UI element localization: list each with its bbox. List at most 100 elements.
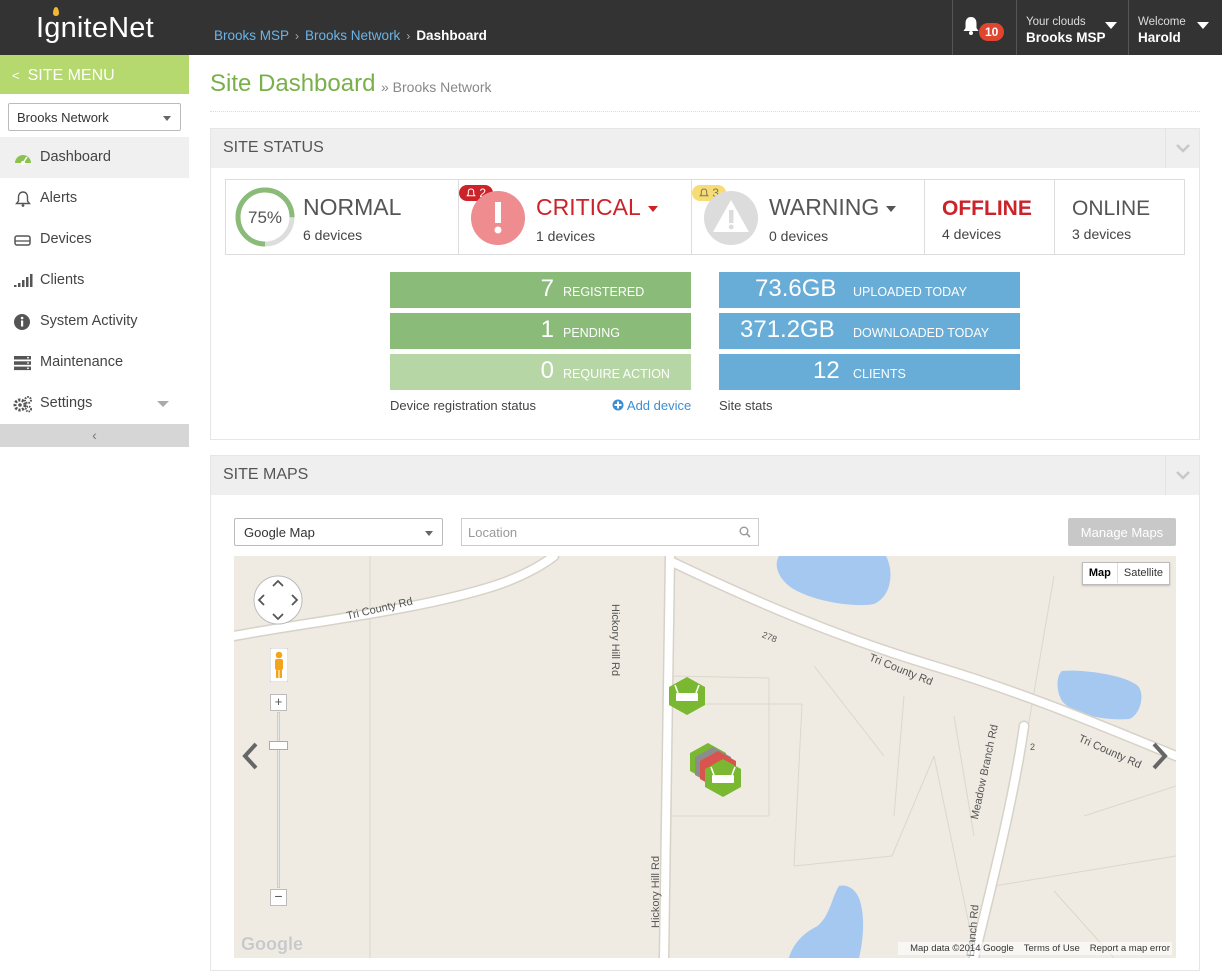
require-action-bar[interactable]: 0 REQUIRE ACTION: [390, 354, 691, 390]
chevron-down-icon: [647, 205, 658, 212]
health-percent: 75%: [248, 208, 283, 227]
clouds-label: Your clouds: [1026, 16, 1086, 28]
sidebar-item-label: Devices: [40, 231, 92, 247]
map-pan-control[interactable]: [252, 574, 304, 626]
collapse-panel-button[interactable]: [1165, 456, 1199, 495]
chevron-down-icon: [157, 401, 169, 407]
breadcrumb-current: Dashboard: [416, 28, 487, 43]
normal-count: 6 devices: [303, 227, 363, 243]
status-normal-cell[interactable]: 75% NORMAL 6 devices: [226, 180, 459, 254]
zoom-in-button[interactable]: +: [270, 694, 287, 711]
maintenance-icon: [14, 356, 31, 371]
clients-label: CLIENTS: [853, 367, 906, 381]
downloaded-value: 371.2GB: [740, 316, 835, 343]
registered-bar[interactable]: 7 REGISTERED: [390, 272, 691, 308]
map-type-select[interactable]: Google Map: [234, 518, 443, 546]
device-cluster: [690, 743, 741, 797]
page-title: Site Dashboard: [210, 70, 376, 97]
clouds-dropdown[interactable]: Your clouds Brooks MSP: [1016, 0, 1128, 55]
breadcrumb-network[interactable]: Brooks Network: [305, 28, 400, 43]
sidebar-item-system-activity[interactable]: System Activity: [0, 301, 189, 342]
breadcrumb-separator: ›: [406, 29, 411, 43]
registered-label: REGISTERED: [563, 285, 645, 299]
status-warning-cell[interactable]: 3 WARNING 0 devices: [692, 180, 925, 254]
zoom-slider-handle[interactable]: [269, 741, 288, 750]
ignitenet-logo[interactable]: IgniteNet: [36, 7, 154, 45]
pending-label: PENDING: [563, 326, 620, 340]
page-subtitle: » Brooks Network: [381, 79, 492, 95]
exclamation-icon: [471, 191, 525, 245]
chevron-left-icon: ‹: [92, 427, 97, 443]
require-action-label: REQUIRE ACTION: [563, 367, 670, 381]
map-toggle-button[interactable]: Map: [1083, 563, 1118, 583]
user-menu-dropdown[interactable]: Welcome Harold: [1128, 0, 1222, 55]
breadcrumb-msp[interactable]: Brooks MSP: [214, 28, 289, 43]
require-action-count: 0: [540, 357, 554, 384]
map-canvas: [234, 556, 1176, 958]
road-label: 2: [1030, 742, 1036, 752]
map-view[interactable]: Tri County Rd Hickory Hill Rd Tri County…: [234, 556, 1176, 958]
breadcrumb-separator: ›: [295, 29, 300, 43]
site-maps-panel: SITE MAPS Google Map Location Manage Map…: [210, 455, 1200, 971]
online-label: ONLINE: [1072, 197, 1151, 220]
sidebar: < SITE MENU Brooks Network Dashboard Aler…: [0, 55, 189, 971]
sidebar-item-clients[interactable]: Clients: [0, 260, 189, 301]
google-logo: Google: [241, 934, 303, 954]
registered-count: 7: [540, 275, 554, 302]
notifications-count-badge: 10: [979, 23, 1005, 41]
gears-icon: [13, 396, 32, 413]
chevron-down-icon: [1176, 471, 1190, 480]
site-menu-header[interactable]: < SITE MENU: [0, 55, 189, 94]
chevron-left-icon[interactable]: [240, 741, 262, 771]
zoom-out-button[interactable]: −: [270, 889, 287, 906]
network-select[interactable]: Brooks Network: [8, 103, 181, 131]
chevron-right-icon[interactable]: [1148, 741, 1170, 771]
offline-label: OFFLINE: [942, 197, 1032, 220]
sidebar-collapse-button[interactable]: ‹: [0, 424, 189, 447]
site-maps-title: SITE MAPS: [223, 466, 309, 483]
status-online-cell[interactable]: ONLINE 3 devices: [1055, 180, 1184, 254]
report-map-error-link[interactable]: Report a map error: [1090, 943, 1170, 954]
satellite-toggle-button[interactable]: Satellite: [1118, 563, 1169, 583]
add-device-link[interactable]: Add device: [612, 398, 691, 413]
online-count: 3 devices: [1072, 226, 1132, 242]
chevron-left-icon: <: [12, 68, 20, 83]
road-label: Hickory Hill Rd: [609, 604, 621, 677]
downloaded-label: DOWNLOADED TODAY: [853, 326, 990, 340]
site-status-panel: SITE STATUS 75% NORMAL 6 devices 2 CRITI…: [210, 128, 1200, 440]
sidebar-item-devices[interactable]: Devices: [0, 219, 189, 260]
critical-label[interactable]: CRITICAL: [536, 194, 658, 221]
clients-bar[interactable]: 12 CLIENTS: [719, 354, 1020, 390]
sidebar-item-alerts[interactable]: Alerts: [0, 178, 189, 219]
map-type-value: Google Map: [244, 525, 315, 540]
location-search-input[interactable]: Location: [461, 518, 759, 546]
collapse-panel-button[interactable]: [1165, 129, 1199, 168]
devices-icon: [14, 235, 31, 246]
sidebar-item-label: Alerts: [40, 190, 78, 206]
pegman-icon[interactable]: [270, 648, 288, 682]
clouds-value: Brooks MSP: [1026, 30, 1106, 45]
status-critical-cell[interactable]: 2 CRITICAL 1 devices: [459, 180, 692, 254]
sidebar-item-settings[interactable]: Settings: [0, 383, 189, 424]
uploaded-bar: 73.6GB UPLOADED TODAY: [719, 272, 1020, 308]
zoom-slider-track[interactable]: [277, 712, 280, 888]
sidebar-item-dashboard[interactable]: Dashboard: [0, 137, 189, 178]
sidebar-item-label: System Activity: [40, 313, 138, 329]
chevron-down-icon: [1105, 22, 1117, 29]
status-offline-cell[interactable]: OFFLINE 4 devices: [925, 180, 1055, 254]
sidebar-item-label: Clients: [40, 272, 85, 288]
critical-label-text: CRITICAL: [536, 194, 641, 220]
warning-count: 0 devices: [769, 228, 829, 244]
notifications-button[interactable]: 10: [952, 0, 1016, 55]
manage-maps-button[interactable]: Manage Maps: [1068, 518, 1176, 546]
sidebar-item-maintenance[interactable]: Maintenance: [0, 342, 189, 383]
gauge-icon: [15, 155, 31, 165]
sidebar-item-label: Maintenance: [40, 354, 124, 370]
divider: [210, 111, 1200, 112]
info-icon: [14, 314, 30, 330]
map-attribution: Map data ©2014 Google Terms of Use Report …: [898, 942, 1172, 955]
pending-bar[interactable]: 1 PENDING: [390, 313, 691, 349]
device-marker: [669, 677, 705, 715]
terms-of-use-link[interactable]: Terms of Use: [1024, 943, 1080, 954]
warning-label[interactable]: WARNING: [769, 194, 897, 221]
